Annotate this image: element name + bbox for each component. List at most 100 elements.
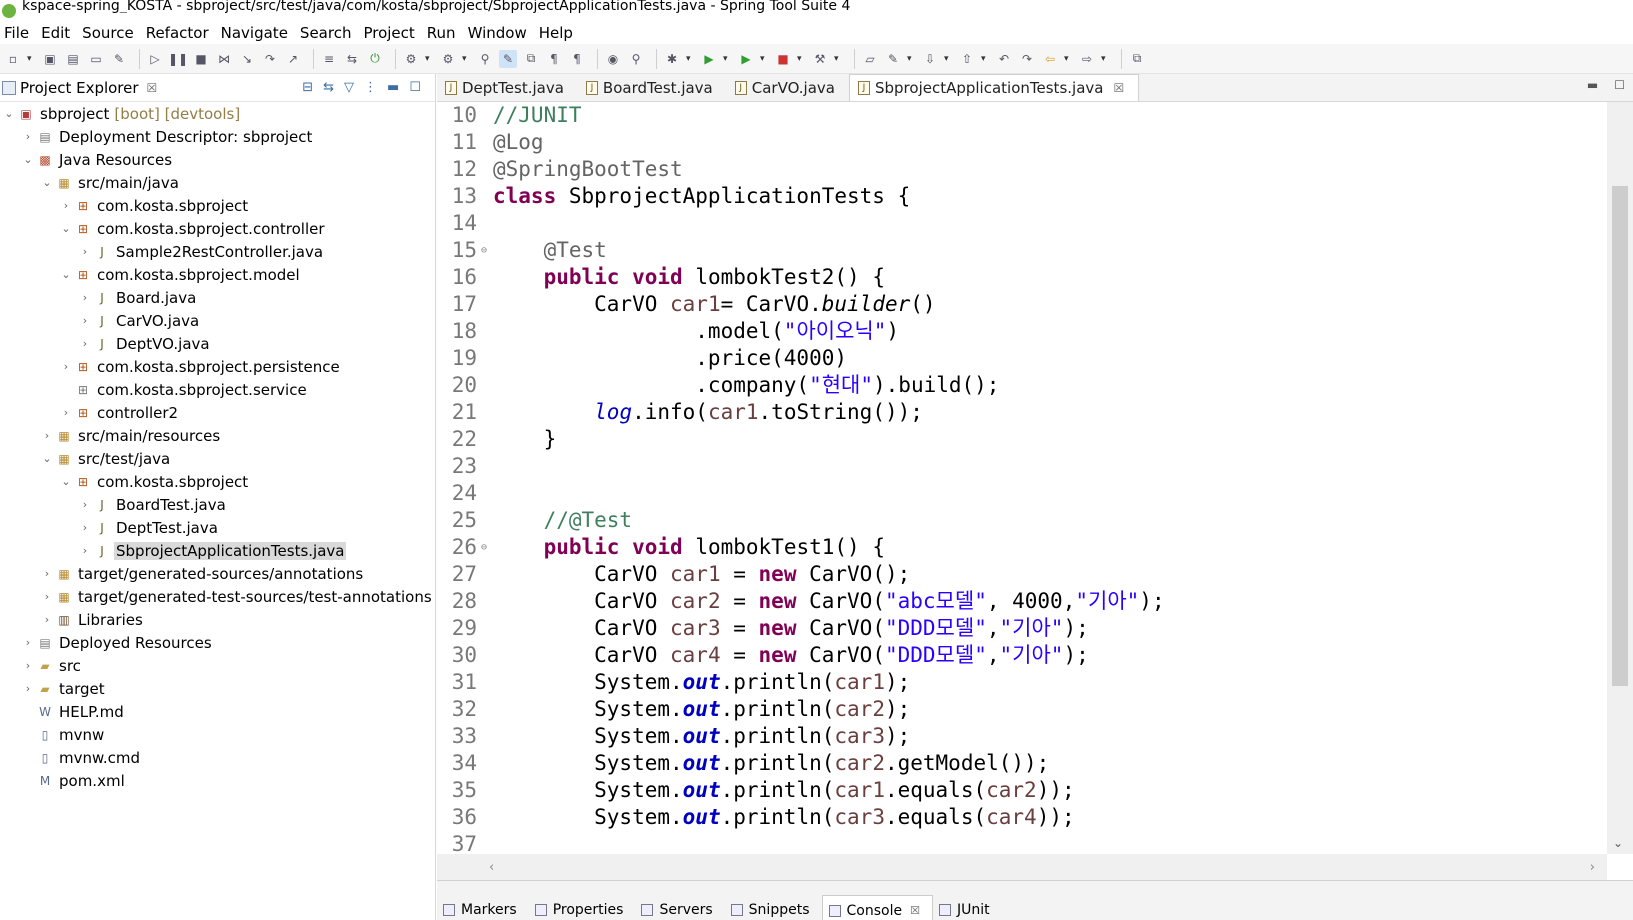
chevron-right-icon[interactable]: ›: [78, 337, 92, 350]
code-line[interactable]: 36 System.out.println(car3.equals(car4))…: [437, 804, 1607, 831]
chevron-right-icon[interactable]: ›: [21, 682, 35, 695]
tree-item[interactable]: › J Board.java: [0, 286, 435, 309]
chevron-right-icon[interactable]: ›: [78, 314, 92, 327]
fold-toggle-icon[interactable]: ⊖: [477, 237, 491, 264]
search-icon[interactable]: ⚲: [627, 50, 645, 68]
new-java-project-dropdown-icon[interactable]: ▾: [425, 54, 433, 64]
code-line[interactable]: 16 public void lombokTest2() {: [437, 264, 1607, 291]
tree-item[interactable]: ⌄ ⊞ com.kosta.sbproject: [0, 470, 435, 493]
format-icon[interactable]: ≡: [320, 50, 338, 68]
chevron-right-icon[interactable]: ›: [21, 659, 35, 672]
code-line[interactable]: 23: [437, 453, 1607, 480]
annotation-dropdown-icon[interactable]: ▾: [907, 54, 915, 64]
code-line[interactable]: 11 @Log: [437, 129, 1607, 156]
tree-item[interactable]: ▯ mvnw: [0, 723, 435, 746]
chevron-down-icon[interactable]: ⌄: [40, 176, 54, 189]
chevron-right-icon[interactable]: ›: [78, 291, 92, 304]
menu-item[interactable]: Refactor: [146, 24, 217, 42]
suspend-icon[interactable]: ❚❚: [168, 50, 188, 68]
tree-item[interactable]: ⌄ ▦ src/main/java: [0, 171, 435, 194]
code-line[interactable]: 32 System.out.println(car2);: [437, 696, 1607, 723]
back-dropdown-icon[interactable]: ▾: [1064, 54, 1072, 64]
debug-icon[interactable]: ✱: [663, 50, 681, 68]
next-annotation-icon[interactable]: ⇩: [921, 50, 939, 68]
chevron-down-icon[interactable]: ⌄: [59, 475, 73, 488]
previous-annotation-icon[interactable]: ⇧: [958, 50, 976, 68]
tree-item[interactable]: ⌄ ▦ src/test/java: [0, 447, 435, 470]
link-with-editor-icon[interactable]: ⇆: [323, 80, 334, 95]
refactor-icon[interactable]: ⇆: [343, 50, 361, 68]
tree-item[interactable]: › ⊞ controller2: [0, 401, 435, 424]
chevron-down-icon[interactable]: ⌄: [59, 222, 73, 235]
menu-item[interactable]: Navigate: [221, 24, 296, 42]
bottom-panel-tab[interactable]: Properties: [529, 895, 636, 920]
chevron-right-icon[interactable]: ›: [78, 498, 92, 511]
tree-item[interactable]: › ⊞ com.kosta.sbproject.persistence: [0, 355, 435, 378]
back-icon[interactable]: ⇦: [1041, 50, 1059, 68]
run-dropdown-icon[interactable]: ▾: [723, 54, 731, 64]
minimize-icon[interactable]: ▬: [1587, 78, 1598, 92]
menu-item[interactable]: Search: [300, 24, 360, 42]
tree-item[interactable]: › J BoardTest.java: [0, 493, 435, 516]
tree-item[interactable]: › J DeptTest.java: [0, 516, 435, 539]
collapse-all-icon[interactable]: ⊟: [302, 80, 313, 95]
code-line[interactable]: 19 .price(4000): [437, 345, 1607, 372]
tree-item[interactable]: Mpom.xml: [0, 769, 435, 792]
tree-item[interactable]: › J DeptVO.java: [0, 332, 435, 355]
show-whitespace-icon[interactable]: ¶: [545, 50, 563, 68]
step-into-icon[interactable]: ↘: [238, 50, 256, 68]
tree-item[interactable]: › ▦ src/main/resources: [0, 424, 435, 447]
code-line[interactable]: 37: [437, 831, 1607, 854]
external-tools-icon[interactable]: ⚒: [811, 50, 829, 68]
chevron-right-icon[interactable]: ›: [78, 544, 92, 557]
code-line[interactable]: 35 System.out.println(car1.equals(car2))…: [437, 777, 1607, 804]
forward-icon[interactable]: ⇨: [1078, 50, 1096, 68]
new-icon[interactable]: ▫: [4, 50, 22, 68]
save-icon[interactable]: ▣: [41, 50, 59, 68]
menu-item[interactable]: Help: [539, 24, 581, 42]
code-line[interactable]: 28 CarVO car2 = new CarVO("abc모델", 4000,…: [437, 588, 1607, 615]
new-java-project-icon[interactable]: ⚙: [402, 50, 420, 68]
chevron-right-icon[interactable]: ›: [78, 245, 92, 258]
scroll-right-icon[interactable]: ›: [1590, 860, 1595, 875]
stop-icon[interactable]: ■: [774, 50, 792, 68]
tree-item[interactable]: › ▥ Libraries: [0, 608, 435, 631]
tree-item[interactable]: › J CarVO.java: [0, 309, 435, 332]
menu-item[interactable]: Run: [427, 24, 464, 42]
code-line[interactable]: 20 .company("현대").build();: [437, 372, 1607, 399]
tree-item[interactable]: › ▰ target: [0, 677, 435, 700]
menu-item[interactable]: File: [4, 24, 37, 42]
maximize-icon[interactable]: ☐: [409, 80, 421, 95]
chevron-right-icon[interactable]: ›: [78, 521, 92, 534]
new-class-icon[interactable]: ⚙: [439, 50, 457, 68]
scroll-left-icon[interactable]: ‹: [489, 860, 494, 875]
menu-item[interactable]: Source: [82, 24, 142, 42]
editor-tab[interactable]: J CarVO.java: [727, 74, 849, 101]
code-line[interactable]: 24: [437, 480, 1607, 507]
tree-item[interactable]: › ▤ Deployment Descriptor: sbproject: [0, 125, 435, 148]
code-line[interactable]: 10 //JUNIT: [437, 102, 1607, 129]
previous-annotation-dropdown-icon[interactable]: ▾: [981, 54, 989, 64]
chevron-right-icon[interactable]: ›: [59, 199, 73, 212]
coverage-dropdown-icon[interactable]: ▾: [760, 54, 768, 64]
toggle-block-selection-icon[interactable]: ⧉: [522, 50, 540, 68]
pilcrow-icon[interactable]: ¶: [568, 50, 586, 68]
last-edit-location-icon[interactable]: ↶: [995, 50, 1013, 68]
chevron-down-icon[interactable]: ⌄: [40, 452, 54, 465]
close-icon[interactable]: ☒: [147, 81, 158, 95]
save-all-icon[interactable]: ▤: [64, 50, 82, 68]
chevron-down-icon[interactable]: ⌄: [59, 268, 73, 281]
code-editor[interactable]: 10 //JUNIT 11 @Log 12 @SpringBootTest 13 class …: [437, 102, 1607, 854]
pin-icon[interactable]: ✎: [110, 50, 128, 68]
stop-dropdown-icon[interactable]: ▾: [797, 54, 805, 64]
forward-edit-icon[interactable]: ↷: [1018, 50, 1036, 68]
open-type-icon[interactable]: ⚲: [476, 50, 494, 68]
external-tools-dropdown-icon[interactable]: ▾: [834, 54, 842, 64]
bottom-panel-tab[interactable]: Servers: [635, 895, 724, 920]
step-return-icon[interactable]: ↗: [284, 50, 302, 68]
code-line[interactable]: 17 CarVO car1= CarVO.builder(): [437, 291, 1607, 318]
code-line[interactable]: 26 ⊖ public void lombokTest1() {: [437, 534, 1607, 561]
editor-tab[interactable]: J DeptTest.java: [437, 74, 578, 101]
tree-item[interactable]: ⊞ com.kosta.sbproject.service: [0, 378, 435, 401]
chevron-right-icon[interactable]: ›: [40, 590, 54, 603]
